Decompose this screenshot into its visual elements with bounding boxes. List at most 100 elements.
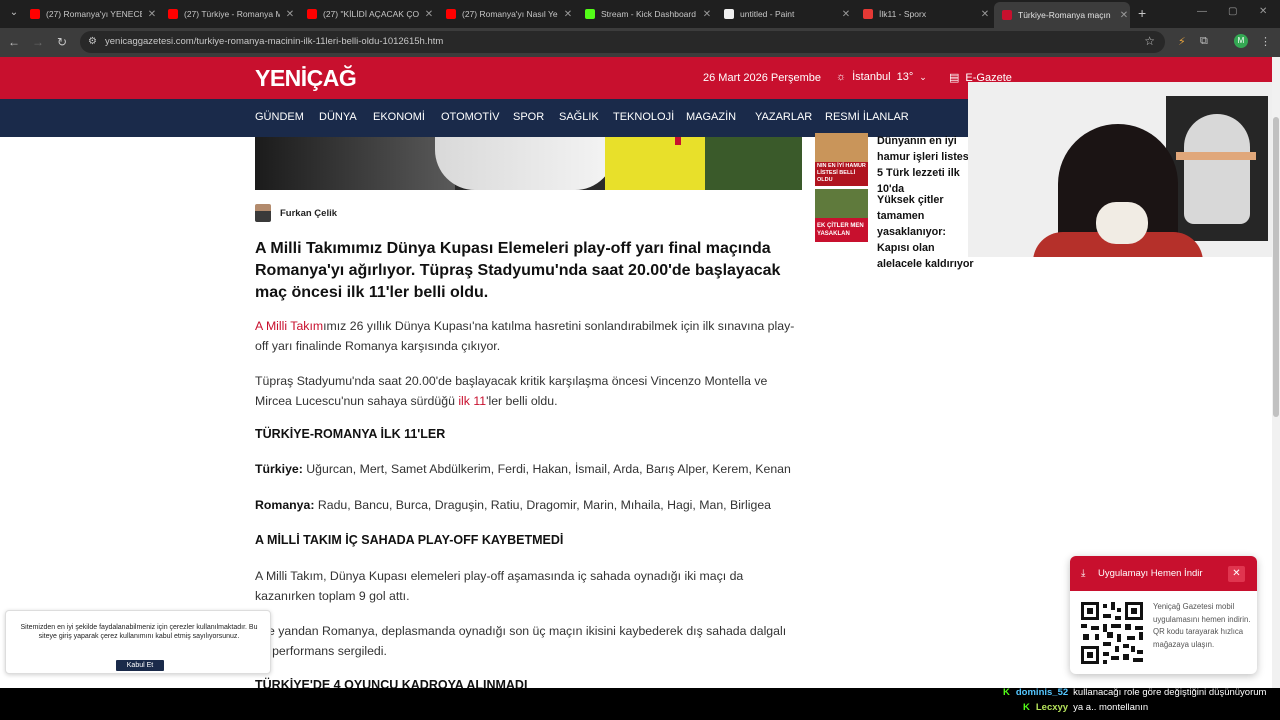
poster-stripe xyxy=(1176,152,1256,160)
nav-item-teknoloji[interactable]: TEKNOLOJİ xyxy=(613,111,674,123)
sun-icon: ☼ xyxy=(836,71,847,83)
close-tab-icon[interactable]: ✕ xyxy=(979,9,991,20)
chat-username: Lecxyy xyxy=(1035,702,1069,713)
article-subheading: TÜRKİYE-ROMANYA İLK 11'LER xyxy=(255,427,446,441)
article-paragraph: Tüpraş Stadyumu'nda saat 20.00'de başlay… xyxy=(255,371,800,411)
close-icon[interactable]: ✕ xyxy=(1228,566,1245,582)
sidebar-news-item[interactable]: NIN EN İYİ HAMUR LİSTESİ BELLİ OLDU Düny… xyxy=(815,133,975,195)
hero-photo-part xyxy=(705,137,802,190)
youtube-icon xyxy=(30,9,40,19)
nav-item-spor[interactable]: SPOR xyxy=(513,111,544,123)
author-avatar xyxy=(255,204,271,222)
nav-item-ekonomi[interactable]: EKONOMİ xyxy=(373,111,425,123)
author-name: Furkan Çelik xyxy=(280,207,338,219)
close-tab-icon[interactable]: ✕ xyxy=(840,9,852,20)
download-icon: ⤓ xyxy=(1081,568,1086,579)
minimize-icon[interactable]: — xyxy=(1197,6,1207,17)
close-tab-icon[interactable]: ✕ xyxy=(1118,10,1130,21)
chat-text: ya a.. montellanın xyxy=(1073,702,1149,713)
app-download-popup: ⤓ Uygulamayı Hemen İndir ✕ Yeniçağ Gazet… xyxy=(1070,556,1257,674)
lineup-label: Romanya: xyxy=(255,498,315,512)
inline-link[interactable]: A Milli Takım xyxy=(255,319,323,333)
author-byline[interactable]: Furkan Çelik xyxy=(255,204,337,222)
browser-tab[interactable]: (27) Romanya'yı Nasıl Yen ✕ xyxy=(446,4,574,24)
address-bar[interactable]: ⚙ yenicaggazetesi.com/turkiye-romanya-ma… xyxy=(80,31,1165,53)
extension-icon[interactable]: ⚡ xyxy=(1178,35,1186,48)
maximize-icon[interactable]: ▢ xyxy=(1228,6,1237,17)
close-tab-icon[interactable]: ✕ xyxy=(701,9,713,20)
weather-widget[interactable]: ☼ İstanbul 13° ⌄ xyxy=(836,71,927,83)
window-close-icon[interactable]: ✕ xyxy=(1259,6,1267,17)
hero-photo-part xyxy=(675,137,681,145)
sidebar-news-item[interactable]: EK ÇİTLER MEN YASAKLAN Yüksek çitler tam… xyxy=(815,189,974,270)
tab-title: Türkiye-Romanya maçın xyxy=(1018,10,1111,20)
nav-item-resmi-ilanlar[interactable]: RESMİ İLANLAR xyxy=(825,111,909,123)
forward-arrow-icon[interactable]: → xyxy=(30,35,46,49)
cookie-text: Sitemizden en iyi şekilde faydalanabilme… xyxy=(20,624,258,640)
kick-badge-icon: K xyxy=(1023,702,1030,713)
inline-link[interactable]: ilk 11 xyxy=(458,394,486,408)
kick-icon xyxy=(585,9,595,19)
lineup-turkiye: Türkiye: Uğurcan, Mert, Samet Abdülkerim… xyxy=(255,462,791,476)
tab-title: (27) "KİLİDİ AÇACAK ÇOK xyxy=(323,9,419,19)
browser-tab-active[interactable]: Türkiye-Romanya maçın ✕ xyxy=(994,2,1130,28)
nav-item-gundem[interactable]: GÜNDEM xyxy=(255,111,304,123)
chat-message: Kdominis_52 kullanacağı role göre değişti… xyxy=(1003,687,1266,698)
nav-item-magazin[interactable]: MAGAZİN xyxy=(686,111,736,123)
article-lede: A Milli Takımımız Dünya Kupası Elemeleri… xyxy=(255,240,781,301)
menu-dots-icon[interactable]: ⋮ xyxy=(1260,35,1271,48)
profile-avatar[interactable]: M xyxy=(1234,34,1248,48)
nav-item-saglik[interactable]: SAĞLIK xyxy=(559,111,599,123)
close-tab-icon[interactable]: ✕ xyxy=(562,9,574,20)
sporx-icon xyxy=(863,9,873,19)
nav-item-otomotiv[interactable]: OTOMOTİV xyxy=(441,111,499,123)
article-paragraph: Öte yandan Romanya, deplasmanda oynadığı… xyxy=(255,624,787,658)
popup-description: Yeniçağ Gazetesi mobil uygulamasını heme… xyxy=(1153,602,1251,649)
new-tab-icon[interactable]: + xyxy=(1138,5,1146,21)
extensions-puzzle-icon[interactable]: ⧉ xyxy=(1200,35,1208,48)
qr-code[interactable] xyxy=(1081,602,1143,664)
reload-icon[interactable]: ↻ xyxy=(54,35,70,49)
city-name: İstanbul xyxy=(852,71,891,83)
hero-photo-part xyxy=(435,137,615,190)
lineup-label: Türkiye: xyxy=(255,462,303,476)
nav-item-dunya[interactable]: DÜNYA xyxy=(319,111,357,123)
cookie-banner: Sitemizden en iyi şekilde faydalanabilme… xyxy=(5,610,271,674)
browser-tab[interactable]: (27) Türkiye - Romanya Maç ✕ xyxy=(168,4,296,24)
scrollbar-thumb[interactable] xyxy=(1273,117,1279,417)
hero-photo-part xyxy=(255,137,455,190)
article-hero-image xyxy=(255,137,802,190)
paint-icon xyxy=(724,9,734,19)
bookmark-star-icon[interactable]: ☆ xyxy=(1144,34,1155,48)
chat-text: kullanacağı role göre değiştiğini düşünü… xyxy=(1073,687,1267,698)
url-text[interactable]: yenicaggazetesi.com/turkiye-romanya-maci… xyxy=(105,36,443,47)
cookie-accept-button[interactable]: Kabul Et xyxy=(116,660,164,671)
back-arrow-icon[interactable]: ← xyxy=(6,35,22,49)
header-date: 26 Mart 2026 Perşembe xyxy=(703,72,822,84)
browser-tab[interactable]: (27) "KİLİDİ AÇACAK ÇOK ✕ xyxy=(307,4,435,24)
youtube-icon xyxy=(168,9,178,19)
chat-message: K Lecxyy ya a.. montellanın xyxy=(1023,702,1148,713)
browser-tab[interactable]: İlk11 - Sporx ✕ xyxy=(863,4,991,24)
tab-title: (27) Türkiye - Romanya Maç xyxy=(184,9,280,19)
news-title: Dünyanın en iyi hamur işleri listesi: 5 … xyxy=(877,135,976,195)
browser-tab[interactable]: Stream - Kick Dashboard ✕ xyxy=(585,4,713,24)
page-scrollbar[interactable] xyxy=(1272,57,1280,688)
close-tab-icon[interactable]: ✕ xyxy=(146,9,158,20)
site-info-icon[interactable]: ⚙ xyxy=(88,36,100,48)
nav-item-yazarlar[interactable]: YAZARLAR xyxy=(755,111,812,123)
popup-title[interactable]: Uygulamayı Hemen İndir xyxy=(1098,568,1203,579)
chevron-down-icon: ⌄ xyxy=(919,71,927,82)
streamer-hands xyxy=(1096,202,1148,244)
browser-tab[interactable]: (27) Romanya'yı YENECEK ✕ xyxy=(30,4,158,24)
close-tab-icon[interactable]: ✕ xyxy=(284,9,296,20)
tab-title: (27) Romanya'yı YENECEK xyxy=(46,9,142,19)
close-tab-icon[interactable]: ✕ xyxy=(423,9,435,20)
tab-search-chevron-icon[interactable]: ⌄ xyxy=(6,5,22,21)
site-logo[interactable]: YENİÇAĞ xyxy=(255,65,357,92)
logo-text: YENİÇAĞ xyxy=(255,65,357,91)
lineup-players: Uğurcan, Mert, Samet Abdülkerim, Ferdi, … xyxy=(306,462,791,476)
webcam-overlay xyxy=(968,82,1280,257)
thumbnail-caption: NIN EN İYİ HAMUR LİSTESİ BELLİ OLDU xyxy=(817,163,866,183)
browser-tab[interactable]: untitled - Paint ✕ xyxy=(724,4,852,24)
